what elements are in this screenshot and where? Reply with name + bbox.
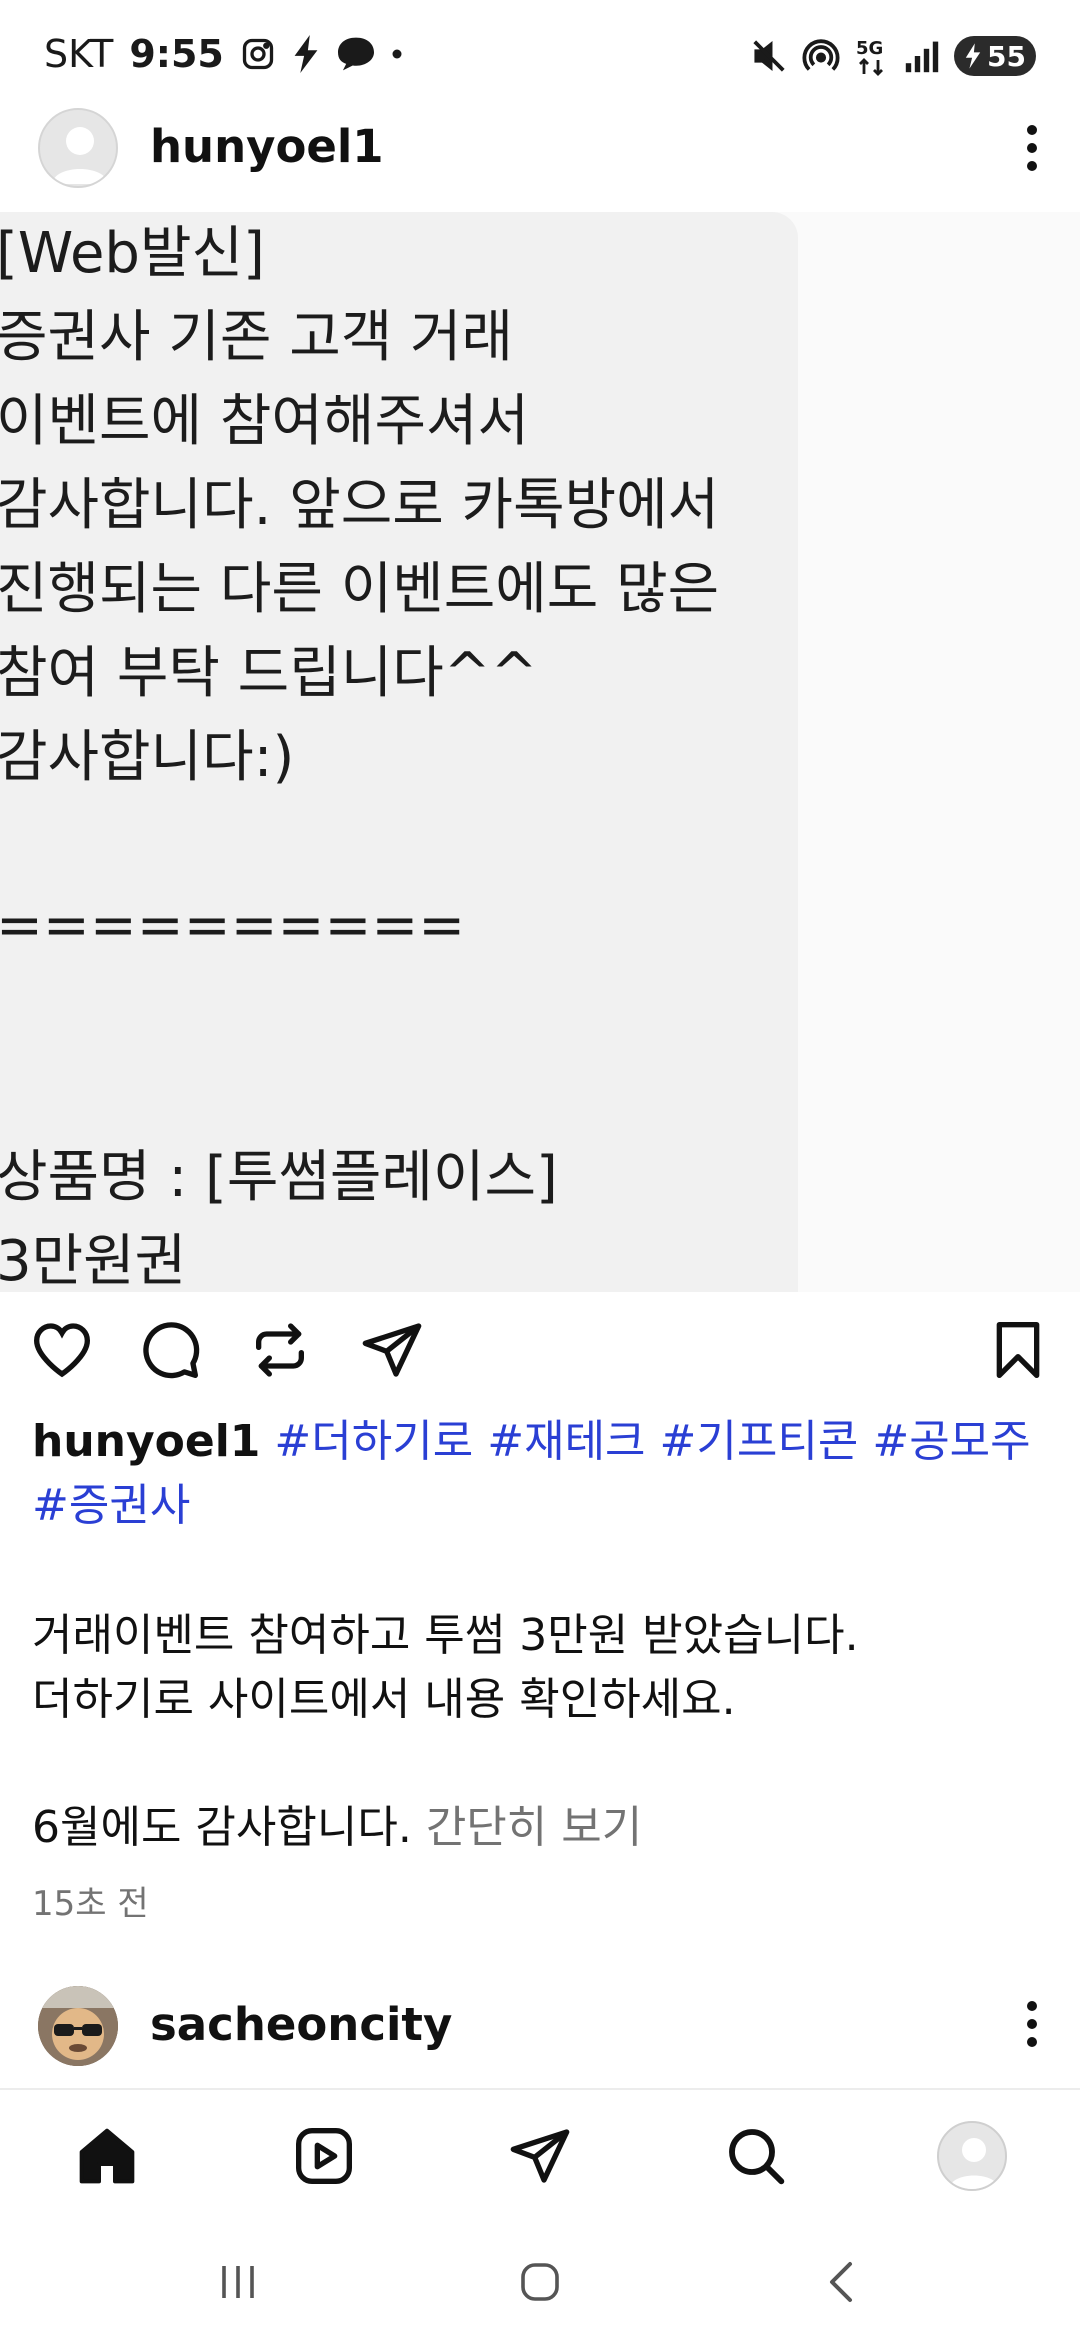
search-icon[interactable] <box>720 2120 792 2192</box>
caption-body: 거래이벤트 참여하고 투썸 3만원 받았습니다. 더하기로 사이트에서 내용 확… <box>32 1604 1048 1860</box>
svg-text:5G: 5G <box>856 38 883 59</box>
message-text: [Web발신] 증권사 기존 고객 거래 이벤트에 참여해주셔서 감사합니다. … <box>0 212 816 1292</box>
flash-icon <box>292 35 320 73</box>
hashtag[interactable]: #더하기로 <box>274 1416 473 1467</box>
home-icon[interactable] <box>71 2120 143 2192</box>
post-header: hunyoel1 <box>0 100 1080 196</box>
message-line: 감사합니다. 앞으로 카톡방에서 <box>0 473 720 538</box>
home-button-icon[interactable] <box>504 2246 576 2318</box>
message-line: 감사합니다:) <box>0 725 295 790</box>
status-left: SKT 9:55 <box>44 28 402 80</box>
dot-icon <box>392 49 402 59</box>
network-5g-icon: 5G <box>854 36 890 76</box>
bottom-navigation <box>0 2088 1080 2220</box>
save-bookmark-icon[interactable] <box>986 1318 1050 1382</box>
instagram-icon <box>240 36 276 72</box>
author-username[interactable]: hunyoel1 <box>150 120 384 173</box>
message-line <box>0 968 816 1052</box>
back-icon[interactable] <box>806 2246 878 2318</box>
charging-icon <box>965 43 981 69</box>
repost-icon[interactable] <box>248 1318 312 1382</box>
message-line: 이벤트에 참여해주셔서 <box>0 389 530 454</box>
hashtag[interactable]: #재테크 <box>487 1416 645 1467</box>
message-line: 참여 부탁 드립니다^^ <box>0 641 538 706</box>
message-line: 진행되는 다른 이벤트에도 많은 <box>0 557 720 622</box>
post-timestamp: 15초 전 <box>32 1884 149 1924</box>
like-heart-icon[interactable] <box>30 1318 94 1382</box>
direct-icon[interactable] <box>504 2120 576 2192</box>
message-line: 상품명 : [투썸플레이스] <box>0 1145 558 1210</box>
status-bar: SKT 9:55 5G 55 <box>0 0 1080 96</box>
caption-line: 더하기로 사이트에서 내용 확인하세요. <box>32 1674 736 1725</box>
caption-username[interactable]: hunyoel1 <box>32 1416 260 1467</box>
caption-line <box>32 1732 1048 1796</box>
caption-line: 6월에도 감사합니다. <box>32 1802 412 1853</box>
profile-avatar <box>937 2121 1007 2191</box>
show-less-link[interactable]: 간단히 보기 <box>426 1802 642 1853</box>
hotspot-icon <box>802 37 840 75</box>
message-line: ========== <box>0 893 466 958</box>
signal-icon <box>904 38 940 74</box>
message-line <box>0 800 816 884</box>
next-author-avatar[interactable] <box>38 1986 118 2066</box>
status-right: 5G 55 <box>750 30 1036 82</box>
profile-tab[interactable] <box>936 2120 1008 2192</box>
hashtag[interactable]: #증권사 <box>32 1480 190 1531</box>
hashtag[interactable]: #기프티콘 <box>660 1416 859 1467</box>
recent-apps-icon[interactable] <box>202 2246 274 2318</box>
caption-line: 거래이벤트 참여하고 투썸 3만원 받았습니다. <box>32 1610 859 1661</box>
post-actions <box>0 1312 1080 1392</box>
carrier-label: SKT <box>44 32 114 76</box>
share-direct-icon[interactable] <box>360 1318 424 1382</box>
battery-level: 55 <box>987 39 1026 73</box>
caption: hunyoel1 #더하기로 #재테크 #기프티콘 #공모주 #증권사 <box>32 1410 1048 1538</box>
chat-bubble-icon <box>336 36 376 72</box>
message-line: 3만원권 <box>0 1229 187 1292</box>
comment-icon[interactable] <box>138 1318 202 1382</box>
post-image[interactable]: [Web발신] 증권사 기존 고객 거래 이벤트에 참여해주셔서 감사합니다. … <box>0 212 1080 1292</box>
next-post-header: sacheoncity <box>0 1980 1080 2070</box>
more-options-icon[interactable] <box>1012 118 1052 178</box>
message-line: [Web발신] <box>0 221 265 286</box>
author-avatar[interactable] <box>38 108 118 188</box>
message-line <box>0 1052 816 1136</box>
caption-line-last: 6월에도 감사합니다. 간단히 보기 <box>32 1796 1048 1860</box>
next-more-options-icon[interactable] <box>1012 1994 1052 2054</box>
message-line: 증권사 기존 고객 거래 <box>0 305 514 370</box>
battery-indicator: 55 <box>954 36 1036 76</box>
mute-icon <box>750 37 788 75</box>
system-navigation <box>0 2220 1080 2340</box>
next-author-username[interactable]: sacheoncity <box>150 1998 452 2051</box>
clock: 9:55 <box>129 32 224 76</box>
reels-icon[interactable] <box>288 2120 360 2192</box>
hashtag[interactable]: #공모주 <box>872 1416 1030 1467</box>
